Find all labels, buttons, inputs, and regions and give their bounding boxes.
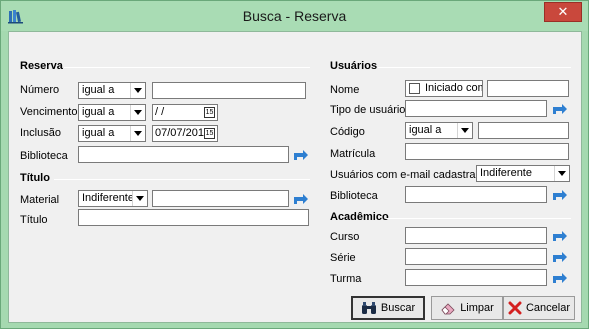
chevron-down-icon — [457, 123, 472, 138]
titulo-label: Título — [20, 214, 48, 226]
codigo-operator-select[interactable]: igual a — [405, 122, 473, 139]
cancelar-button-label: Cancelar — [525, 302, 571, 314]
curso-label: Curso — [330, 231, 360, 243]
material-operator-value: Indiferente — [82, 192, 134, 204]
section-titulo-title: Título — [20, 172, 50, 184]
cancelar-button[interactable]: Cancelar — [503, 296, 575, 320]
iniciado-com-label: Iniciado com — [425, 82, 483, 94]
buscar-button-label: Buscar — [380, 302, 416, 314]
numero-operator-value: igual a — [82, 84, 115, 96]
serie-input[interactable] — [405, 248, 547, 265]
inclusao-operator-value: igual a — [82, 127, 115, 139]
section-divider — [64, 67, 310, 68]
usuarios-biblioteca-input[interactable] — [405, 186, 547, 203]
window-title: Busca - Reserva — [242, 8, 347, 24]
nome-label: Nome — [330, 84, 360, 96]
calendar-icon[interactable]: 15 — [204, 128, 215, 139]
vencimento-operator-value: igual a — [82, 106, 115, 118]
biblioteca-input[interactable] — [78, 146, 289, 163]
curso-input[interactable] — [405, 227, 547, 244]
calendar-icon[interactable]: 15 — [204, 107, 215, 118]
limpar-button[interactable]: Limpar — [431, 296, 503, 320]
chevron-down-icon — [554, 166, 569, 181]
chevron-down-icon — [130, 105, 145, 120]
numero-label: Número — [20, 84, 60, 96]
binoculars-icon — [361, 302, 376, 314]
material-operator-select[interactable]: Indiferente — [78, 190, 148, 207]
numero-operator-select[interactable]: igual a — [78, 82, 146, 99]
limpar-button-label: Limpar — [460, 302, 494, 314]
buscar-button[interactable]: Buscar — [351, 296, 425, 320]
section-divider — [378, 67, 571, 68]
codigo-label: Código — [330, 126, 365, 138]
tipo-usuario-input[interactable] — [405, 100, 547, 117]
eraser-icon — [441, 303, 455, 315]
codigo-operator-value: igual a — [409, 124, 442, 136]
section-divider — [54, 179, 310, 180]
lookup-arrow-icon[interactable] — [552, 102, 568, 116]
matricula-label: Matrícula — [330, 148, 376, 160]
chevron-down-icon — [132, 191, 147, 206]
inclusao-label: Inclusão — [20, 127, 61, 139]
matricula-input[interactable] — [405, 143, 569, 160]
vencimento-date-value: / / — [155, 106, 165, 118]
lookup-arrow-icon[interactable] — [552, 229, 568, 243]
vencimento-label: Vencimento — [20, 106, 78, 118]
lookup-arrow-icon[interactable] — [552, 250, 568, 264]
email-cadastrado-select[interactable]: Indiferente — [476, 165, 570, 182]
titulo-input[interactable] — [78, 209, 309, 226]
codigo-input[interactable] — [478, 122, 569, 139]
biblioteca-label: Biblioteca — [20, 150, 68, 162]
vencimento-date-input[interactable]: / / 15 — [152, 104, 218, 121]
dialog-body: Reserva Número igual a Vencimento igual … — [8, 31, 582, 323]
numero-input[interactable] — [152, 82, 306, 99]
inclusao-date-input[interactable]: 07/07/2014 15 — [152, 125, 218, 142]
lookup-arrow-icon[interactable] — [552, 188, 568, 202]
chevron-down-icon — [130, 83, 145, 98]
section-divider — [386, 218, 571, 219]
turma-label: Turma — [330, 273, 362, 285]
search-dialog: Busca - Reserva ✕ Reserva Número igual a… — [0, 0, 589, 329]
material-input[interactable] — [152, 190, 289, 207]
usuarios-biblioteca-label: Biblioteca — [330, 190, 378, 202]
lookup-arrow-icon[interactable] — [293, 192, 309, 206]
button-bar: Buscar Limpar Cancelar — [9, 294, 581, 322]
section-academico-title: Acadêmico — [330, 211, 389, 223]
turma-input[interactable] — [405, 269, 547, 286]
lookup-arrow-icon[interactable] — [552, 271, 568, 285]
material-label: Material — [20, 194, 60, 206]
email-cadastrado-label: Usuários com e-mail cadastrado — [330, 169, 488, 181]
title-bar[interactable]: Busca - Reserva ✕ — [1, 1, 588, 31]
inclusao-date-value: 07/07/2014 — [155, 127, 211, 139]
vencimento-operator-select[interactable]: igual a — [78, 104, 146, 121]
tipo-usuario-label: Tipo de usuário — [330, 104, 406, 116]
section-reserva-title: Reserva — [20, 60, 63, 72]
chevron-down-icon — [130, 126, 145, 141]
serie-label: Série — [330, 252, 356, 264]
nome-input[interactable] — [487, 80, 569, 97]
email-cadastrado-value: Indiferente — [480, 167, 532, 179]
inclusao-operator-select[interactable]: igual a — [78, 125, 146, 142]
lookup-arrow-icon[interactable] — [293, 148, 309, 162]
section-usuarios-title: Usuários — [330, 60, 378, 72]
close-button[interactable]: ✕ — [544, 2, 582, 22]
red-x-icon — [508, 301, 522, 315]
iniciado-com-checkbox[interactable] — [409, 83, 420, 94]
iniciado-com-group: Iniciado com — [405, 80, 483, 97]
